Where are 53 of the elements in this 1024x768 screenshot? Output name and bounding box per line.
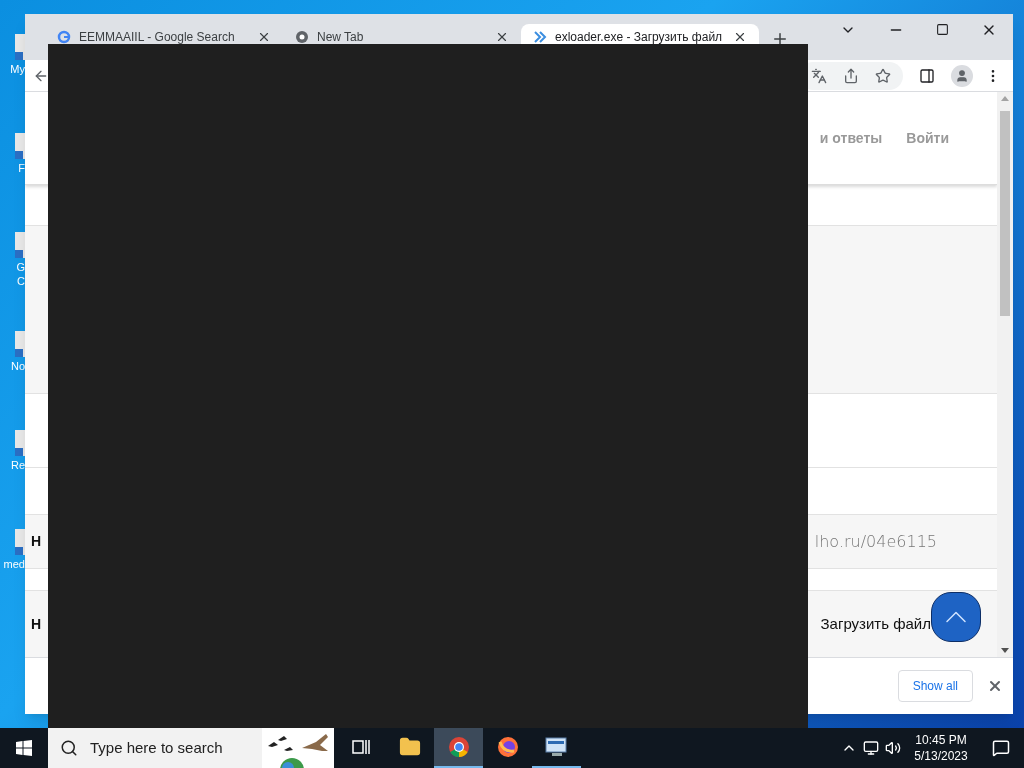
- computer-icon: [543, 736, 570, 758]
- show-all-button[interactable]: Show all: [897, 670, 973, 702]
- double-chevron-icon: [533, 30, 547, 44]
- network-icon[interactable]: [863, 740, 879, 756]
- desktop-icon-label: F: [18, 161, 25, 175]
- close-icon[interactable]: [987, 678, 1003, 694]
- task-view-icon: [350, 738, 371, 756]
- folder-icon: [398, 736, 421, 758]
- close-tab-icon[interactable]: [257, 30, 271, 44]
- scrollbar[interactable]: [997, 92, 1013, 657]
- google-icon: [57, 30, 71, 44]
- url-text: lho.ru/04e6115: [814, 530, 937, 553]
- chrome-icon: [295, 30, 309, 44]
- clock[interactable]: 10:45 PM 5/13/2023: [904, 732, 978, 764]
- desktop-shortcut-icon[interactable]: [15, 329, 25, 359]
- side-panel-icon[interactable]: [919, 67, 935, 84]
- row-heading: H: [31, 532, 42, 551]
- close-tab-icon[interactable]: [495, 30, 509, 44]
- desktop-shortcut-icon[interactable]: [15, 32, 25, 62]
- scrollbar-thumb[interactable]: [1000, 111, 1010, 316]
- desktop-shortcut-icon[interactable]: [15, 428, 25, 458]
- file-title: Загрузить файл: [820, 613, 931, 634]
- maximize-icon[interactable]: [936, 23, 949, 36]
- notifications-icon[interactable]: [992, 739, 1010, 757]
- desktop-icon-label: med: [3, 557, 25, 571]
- tab-title: New Tab: [317, 29, 365, 46]
- search-field[interactable]: Type here to search: [48, 728, 334, 768]
- close-tab-icon[interactable]: [733, 30, 747, 44]
- share-icon[interactable]: [843, 67, 859, 84]
- search-icon: [60, 739, 78, 757]
- translate-icon[interactable]: [811, 67, 827, 84]
- chrome-icon: [447, 736, 470, 758]
- date-text: 5/13/2023: [914, 748, 968, 764]
- desktop-icon-label: G: [16, 260, 25, 274]
- fox-globe-icon: [496, 736, 519, 758]
- browser-tab[interactable]: EEMMAAIIL - Google Search: [45, 24, 283, 60]
- volume-icon[interactable]: [885, 740, 901, 756]
- row-heading: H: [31, 614, 42, 634]
- desktop-shortcut-icon[interactable]: [15, 131, 25, 161]
- scroll-down-arrow-icon[interactable]: [1001, 648, 1009, 653]
- desktop-icon-label: No: [10, 359, 25, 373]
- desktop-shortcut-icon[interactable]: [15, 230, 25, 260]
- star-icon[interactable]: [875, 67, 891, 84]
- desktop-shortcut-icon[interactable]: [15, 527, 25, 557]
- desktop-icon-label: My: [10, 62, 25, 76]
- windows-logo-icon: [16, 740, 32, 756]
- browser-tab[interactable]: New Tab: [283, 24, 521, 60]
- desktop-icon-label: Re: [10, 458, 25, 472]
- time-text: 10:45 PM: [915, 732, 967, 748]
- desktop-icon-label: C: [17, 274, 25, 288]
- profile-avatar[interactable]: [951, 64, 973, 87]
- tab-title: EEMMAAIIL - Google Search: [79, 29, 236, 46]
- tab-title: exloader.exe - Загрузить файл: [555, 29, 724, 46]
